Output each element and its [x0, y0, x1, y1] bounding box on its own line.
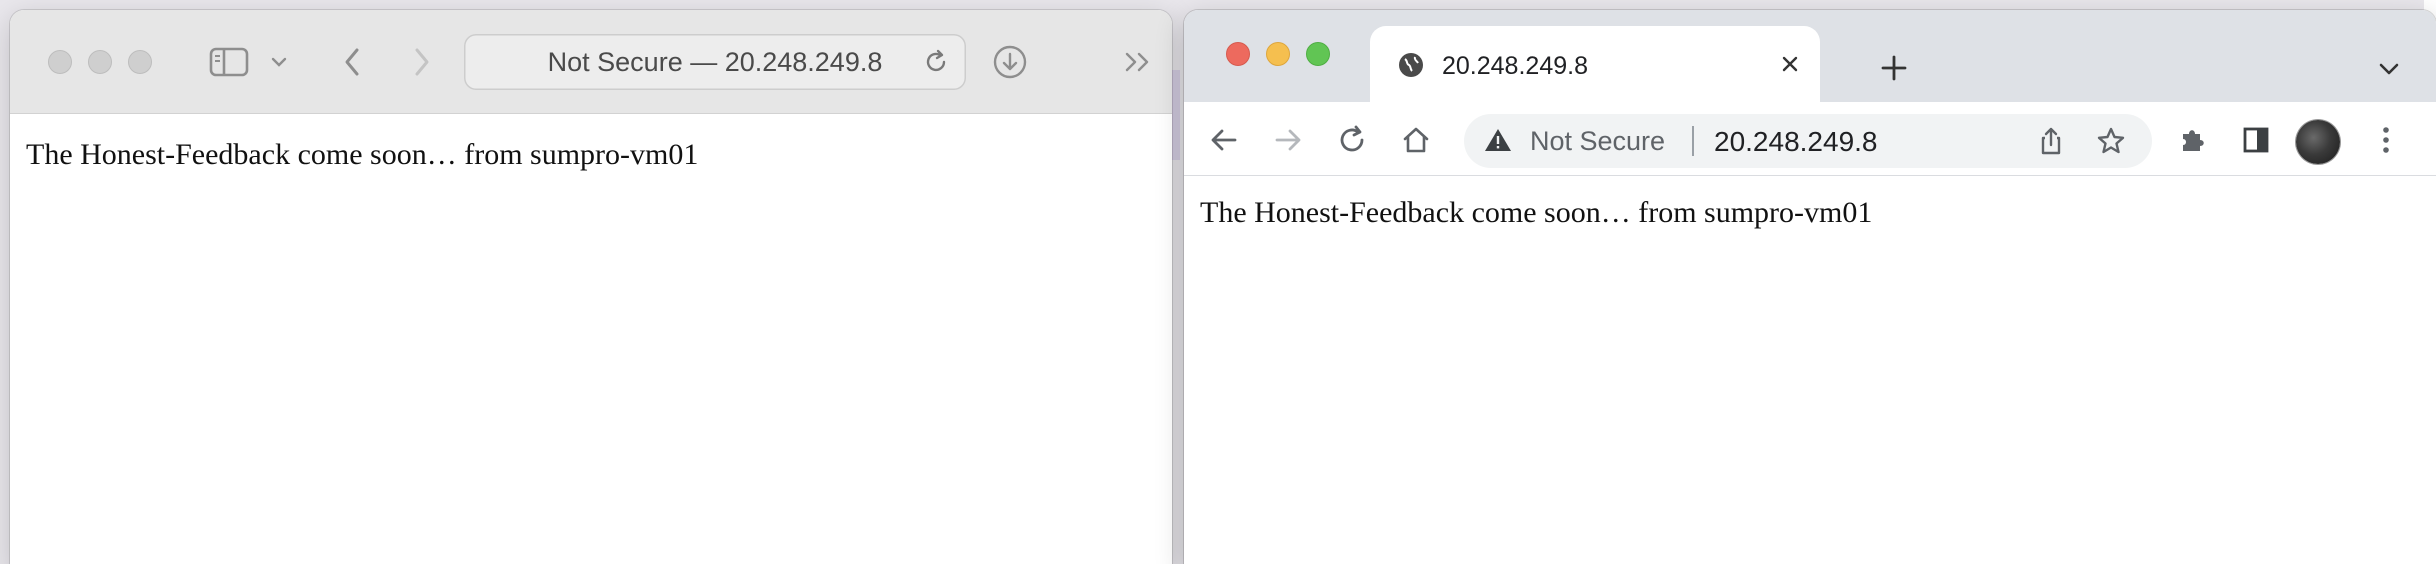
- back-icon[interactable]: [332, 44, 372, 80]
- tab-bar: 20.248.249.8: [1184, 10, 2436, 102]
- chevron-down-icon[interactable]: [2374, 54, 2404, 84]
- minimize-button[interactable]: [1266, 42, 1290, 66]
- tab-title: 20.248.249.8: [1442, 52, 1588, 80]
- close-icon[interactable]: [1776, 50, 1804, 78]
- home-icon[interactable]: [1398, 122, 1434, 158]
- omnibox[interactable]: Not Secure 20.248.249.8: [1464, 114, 2152, 168]
- page-text: The Honest-Feedback come soon… from sump…: [26, 138, 699, 171]
- back-icon[interactable]: [1206, 122, 1242, 158]
- sidebar-icon[interactable]: [206, 44, 252, 80]
- safari-toolbar: Not Secure — 20.248.249.8: [10, 10, 1172, 114]
- reload-icon[interactable]: [920, 46, 952, 78]
- plus-icon[interactable]: [1876, 50, 1912, 86]
- more-icon[interactable]: [1118, 44, 1158, 80]
- tab-active[interactable]: 20.248.249.8: [1370, 26, 1820, 102]
- divider: [1692, 126, 1694, 156]
- security-label[interactable]: Not Secure: [1530, 126, 1665, 157]
- download-icon[interactable]: [990, 44, 1030, 80]
- forward-icon[interactable]: [1270, 122, 1306, 158]
- close-button[interactable]: [48, 50, 72, 74]
- star-icon[interactable]: [2096, 126, 2126, 156]
- chevron-down-icon[interactable]: [264, 44, 294, 80]
- avatar[interactable]: [2296, 120, 2340, 164]
- share-icon[interactable]: [2036, 126, 2066, 156]
- zoom-button[interactable]: [128, 50, 152, 74]
- page-content: The Honest-Feedback come soon… from sump…: [10, 114, 1172, 564]
- globe-icon: [1396, 50, 1426, 80]
- reload-icon[interactable]: [1334, 122, 1370, 158]
- page-content: The Honest-Feedback come soon… from sump…: [1184, 176, 2436, 564]
- puzzle-icon[interactable]: [2174, 122, 2210, 158]
- forward-icon[interactable]: [402, 44, 442, 80]
- safari-window: Not Secure — 20.248.249.8 The Honest-Fee…: [10, 10, 1172, 564]
- chrome-toolbar: Not Secure 20.248.249.8: [1184, 102, 2436, 176]
- page-text: The Honest-Feedback come soon… from sump…: [1200, 196, 1873, 229]
- minimize-button[interactable]: [88, 50, 112, 74]
- warning-icon[interactable]: [1484, 127, 1514, 155]
- address-bar[interactable]: Not Secure — 20.248.249.8: [464, 34, 966, 90]
- address-text: Not Secure — 20.248.249.8: [547, 46, 883, 77]
- chrome-window: 20.248.249.8 Not Secure 20.248.249.8 The…: [1184, 10, 2436, 564]
- close-button[interactable]: [1226, 42, 1250, 66]
- side-panel-icon[interactable]: [2238, 122, 2274, 158]
- url-text[interactable]: 20.248.249.8: [1714, 126, 1878, 158]
- more-vertical-icon[interactable]: [2368, 122, 2404, 158]
- zoom-button[interactable]: [1306, 42, 1330, 66]
